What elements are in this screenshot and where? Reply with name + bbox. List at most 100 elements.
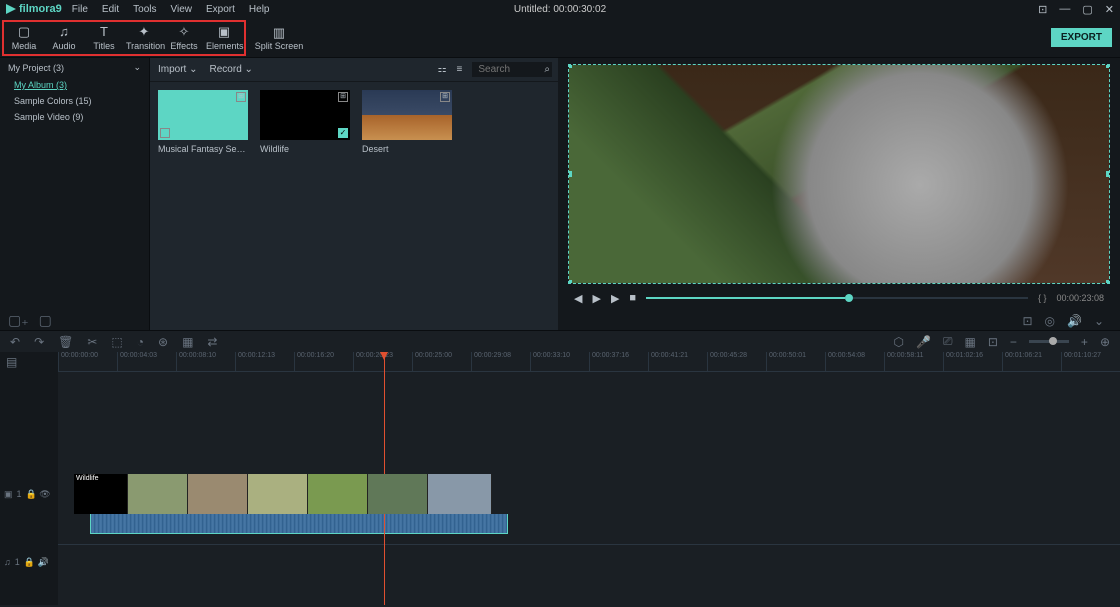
resize-handle[interactable] [1106, 64, 1110, 68]
ruler-tick: 00:00:41:21 [648, 352, 707, 371]
ruler-tick: 00:00:37:16 [589, 352, 648, 371]
ruler-tick: 00:00:00:00 [58, 352, 117, 371]
resize-handle[interactable] [1106, 171, 1110, 177]
play-icon[interactable]: ▶ [592, 292, 600, 305]
tab-media[interactable]: ▢Media [4, 25, 44, 54]
sidebar-item-sample-colors[interactable]: Sample Colors (15) [0, 93, 149, 109]
tab-elements[interactable]: ▣Elements [204, 25, 244, 54]
tab-titles[interactable]: TTitles [84, 25, 124, 54]
speed-icon[interactable]: ◔ [137, 335, 144, 349]
search-icon[interactable]: ⌕ [544, 64, 550, 75]
chevron-down-icon: ⌄ [133, 62, 141, 73]
ruler-tick: 00:01:06:21 [1002, 352, 1061, 371]
preview-icon[interactable] [160, 128, 170, 138]
crop-icon[interactable]: ⬚ [111, 335, 122, 349]
ruler-tick: 00:01:02:16 [943, 352, 1002, 371]
tab-audio[interactable]: ♫Audio [44, 25, 84, 54]
elements-icon: ▣ [206, 25, 242, 39]
sidebar-item-my-album[interactable]: My Album (3) [0, 77, 149, 93]
timeline-audio-wave[interactable] [90, 514, 508, 534]
undo-icon[interactable]: ↶ [10, 335, 20, 349]
document-title: Untitled: 00:00:30:02 [514, 4, 606, 15]
tab-split-screen[interactable]: ▥Split Screen [254, 25, 304, 51]
folder-icon[interactable]: ▢ [39, 312, 52, 329]
color-icon[interactable]: ⊛ [158, 335, 168, 349]
close-icon[interactable]: ✕ [1105, 3, 1114, 16]
zoom-out-icon[interactable]: − [1010, 335, 1017, 349]
sidebar-item-sample-video[interactable]: Sample Video (9) [0, 109, 149, 125]
ruler-tick: 00:00:25:00 [412, 352, 471, 371]
tab-effects[interactable]: ✧Effects [164, 25, 204, 54]
delete-icon[interactable]: 🗑 [58, 335, 73, 349]
ruler-tick: 00:00:54:08 [825, 352, 884, 371]
prev-icon[interactable]: ◀ [574, 292, 582, 305]
timeline-clip-wildlife[interactable]: Wildlife [74, 474, 492, 514]
volume-icon[interactable]: 🔊 [1067, 314, 1082, 328]
menu-file[interactable]: File [72, 4, 88, 15]
media-thumb-wildlife[interactable]: ⊞✓ Wildlife [260, 90, 350, 154]
resize-handle[interactable] [568, 64, 572, 68]
green-screen-icon[interactable]: ▦ [182, 335, 193, 349]
export-button[interactable]: EXPORT [1051, 28, 1112, 47]
render-icon[interactable]: ⊡ [988, 335, 998, 349]
sort-icon[interactable]: ≡ [457, 64, 463, 75]
record-dropdown[interactable]: Record ⌄ [210, 64, 253, 75]
media-thumb-musical[interactable]: ⊞ Musical Fantasy Set_Film... [158, 90, 248, 154]
ruler-tick: 00:00:04:03 [117, 352, 176, 371]
scrub-bar[interactable] [646, 297, 1028, 299]
menu-tools[interactable]: Tools [133, 4, 156, 15]
split-screen-icon: ▥ [254, 25, 304, 41]
resize-handle[interactable] [1106, 280, 1110, 284]
menu-help[interactable]: Help [249, 4, 270, 15]
sidebar-header[interactable]: My Project (3)⌄ [0, 58, 149, 77]
layout-icon[interactable]: ▦ [965, 335, 976, 349]
stop-icon[interactable]: ■ [629, 292, 636, 304]
zoom-slider[interactable] [1029, 340, 1069, 343]
preview-time: 00:00:23:08 [1056, 293, 1104, 303]
app-logo: filmora9 [6, 3, 62, 15]
ruler-tick: 00:00:50:01 [766, 352, 825, 371]
menu-edit[interactable]: Edit [102, 4, 119, 15]
resize-handle[interactable] [568, 280, 572, 284]
check-icon: ✓ [338, 128, 348, 138]
add-icon[interactable]: ⊞ [338, 92, 348, 102]
preview-canvas[interactable] [568, 64, 1110, 284]
add-icon[interactable]: ⊞ [236, 92, 246, 102]
adjust-icon[interactable]: ⇄ [207, 335, 217, 349]
save-icon[interactable]: ⊡ [1038, 3, 1047, 16]
media-thumb-desert[interactable]: ⊞ Desert [362, 90, 452, 154]
folder-icon: ▢ [6, 25, 42, 39]
new-folder-icon[interactable]: ▢₊ [8, 312, 29, 329]
mic-icon[interactable]: 🎤 [916, 335, 931, 349]
menu-export[interactable]: Export [206, 4, 235, 15]
tab-transition[interactable]: ✦Transition [124, 25, 164, 54]
preview-panel: ◀ ▶ ▶ ■ { } 00:00:23:08 ⊡ ◎ 🔊 ⌄ [558, 58, 1120, 330]
ruler-tick: 00:01:10:27 [1061, 352, 1120, 371]
import-dropdown[interactable]: Import ⌄ [158, 64, 198, 75]
marker-icon[interactable]: ⬡ [893, 335, 903, 349]
add-icon[interactable]: ⊞ [440, 92, 450, 102]
next-icon[interactable]: ▶ [611, 292, 619, 305]
snapshot-icon[interactable]: ◎ [1045, 314, 1055, 328]
bracket-icon[interactable]: { } [1038, 293, 1047, 303]
music-icon: ♫ [46, 25, 82, 39]
ruler-tick: 00:00:16:20 [294, 352, 353, 371]
maximize-icon[interactable]: ▢ [1082, 3, 1092, 16]
audio-track-label[interactable]: ♫ 1 🔒 🔊 [0, 542, 58, 582]
minimize-icon[interactable]: — [1059, 3, 1070, 16]
split-icon[interactable]: ✂ [87, 335, 97, 349]
video-track-label[interactable]: ▣ 1 🔒 👁 [0, 474, 58, 514]
settings-dropdown[interactable]: ⌄ [1094, 314, 1104, 328]
resize-handle[interactable] [568, 171, 572, 177]
mixer-icon[interactable]: ⎚ [943, 334, 953, 349]
menu-view[interactable]: View [171, 4, 193, 15]
search-input[interactable] [472, 62, 552, 77]
zoom-in-icon[interactable]: + [1081, 335, 1088, 349]
redo-icon[interactable]: ↷ [34, 335, 44, 349]
timeline-ruler[interactable]: 00:00:00:0000:00:04:0300:00:08:1000:00:1… [58, 352, 1120, 372]
display-icon[interactable]: ⊡ [1022, 314, 1032, 328]
filter-icon[interactable]: ⚏ [438, 64, 447, 75]
zoom-fit-icon[interactable]: ⊕ [1100, 335, 1110, 349]
text-icon: T [86, 25, 122, 39]
timeline-menu-icon[interactable]: ▤ [0, 352, 58, 372]
